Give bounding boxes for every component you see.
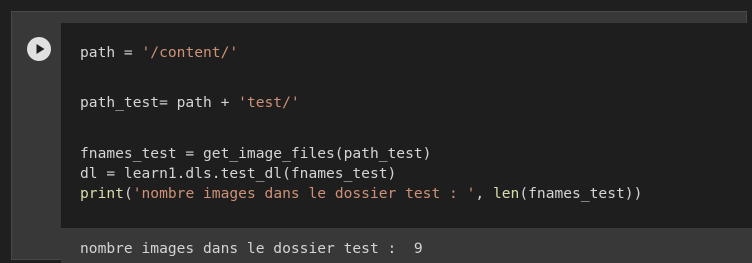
code-line-2: path_test= path + 'test/'	[80, 93, 300, 113]
run-cell-button[interactable]	[27, 37, 51, 61]
function-token: len	[492, 185, 520, 202]
code-line-1: path = '/content/'	[80, 43, 238, 63]
code-line-3: fnames_test = get_image_files(path_test)	[80, 144, 431, 164]
code-token: path =	[80, 44, 142, 61]
function-token: print	[80, 185, 124, 202]
string-token: '/content/'	[141, 44, 239, 61]
code-line-5: print('nombre images dans le dossier tes…	[80, 184, 642, 204]
code-token: path_test= path +	[80, 94, 239, 111]
code-token: (fnames_test))	[519, 185, 643, 202]
code-token: (	[123, 185, 133, 202]
string-token: 'nombre images dans le dossier test : '	[132, 185, 476, 202]
code-token: ,	[475, 185, 493, 202]
top-strip	[0, 0, 752, 11]
code-token: dl = learn1.dls.test_dl(fnames_test)	[80, 165, 397, 182]
code-token: fnames_test = get_image_files(path_test)	[80, 145, 432, 162]
code-cell[interactable]: path = '/content/' path_test= path + 'te…	[11, 11, 752, 263]
output-text: nombre images dans le dossier test : 9	[80, 240, 423, 257]
string-token: 'test/'	[238, 94, 300, 111]
play-icon	[36, 44, 45, 54]
code-line-4: dl = learn1.dls.test_dl(fnames_test)	[80, 164, 396, 184]
code-editor[interactable]: path = '/content/' path_test= path + 'te…	[61, 23, 752, 228]
cell-output: nombre images dans le dossier test : 9	[61, 228, 752, 263]
